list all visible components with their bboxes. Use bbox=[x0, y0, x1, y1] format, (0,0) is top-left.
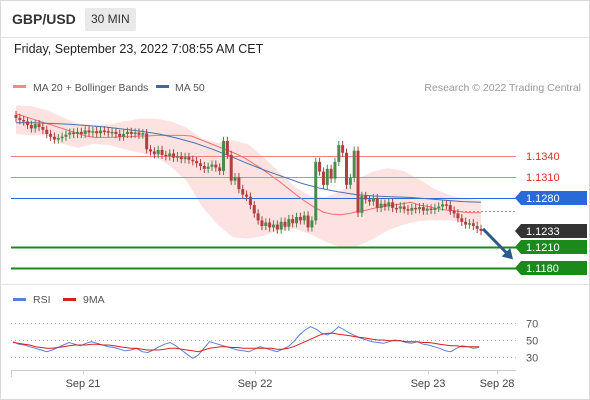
resistance-label-1: 1.1310 bbox=[526, 172, 560, 184]
rsi-legend-swatch bbox=[13, 298, 26, 301]
candle bbox=[337, 140, 341, 167]
candle bbox=[318, 157, 322, 176]
svg-text:1.1233: 1.1233 bbox=[526, 226, 560, 238]
x-axis-ticks: Sep 21 Sep 22 Sep 23 Sep 28 bbox=[66, 370, 515, 390]
rsi-legend-label: RSI bbox=[33, 294, 51, 306]
candle bbox=[356, 146, 360, 217]
x-tick-label: Sep 22 bbox=[238, 378, 273, 390]
price-chart: MA 20 + Bollinger Bands MA 50 Research ©… bbox=[1, 37, 589, 390]
price-price-tag: 1.1233 bbox=[515, 224, 587, 238]
support-price-tag: 1.1180 bbox=[515, 261, 587, 275]
candle bbox=[314, 157, 318, 225]
resistance-label-0: 1.1340 bbox=[526, 151, 560, 163]
forecast-arrow-shaft bbox=[481, 227, 509, 255]
rsi-panel: 70 50 30 bbox=[11, 319, 538, 365]
rsi-line bbox=[12, 326, 480, 359]
candle bbox=[321, 167, 325, 190]
candle bbox=[341, 140, 345, 157]
ma20-legend-label: MA 20 + Bollinger Bands bbox=[33, 82, 148, 94]
forecast-arrow bbox=[481, 227, 513, 260]
rsi-ma-legend-swatch bbox=[63, 298, 76, 301]
svg-text:1.1180: 1.1180 bbox=[526, 263, 559, 275]
level-tags: 1.1340 1.1310 1.1280 1.1233 1.1210 1.1180 bbox=[515, 151, 587, 275]
bollinger-bands bbox=[16, 105, 481, 248]
candle bbox=[352, 146, 356, 183]
candle bbox=[333, 157, 337, 183]
candle bbox=[329, 164, 333, 183]
rsi-ma-legend-label: 9MA bbox=[83, 294, 105, 306]
bollinger-band-area bbox=[16, 105, 481, 248]
ma50-legend-label: MA 50 bbox=[175, 82, 205, 94]
x-tick-label: Sep 28 bbox=[480, 378, 515, 390]
chart-widget: GBP/USD 30 MIN Friday, September 23, 202… bbox=[0, 0, 590, 400]
research-credit: Research © 2022 Trading Central bbox=[424, 82, 581, 94]
rsi-tick-label: 30 bbox=[526, 353, 538, 365]
ma20-legend-swatch bbox=[13, 85, 26, 88]
svg-text:1.1280: 1.1280 bbox=[526, 193, 560, 205]
candle bbox=[344, 148, 348, 190]
svg-text:1.1210: 1.1210 bbox=[526, 242, 560, 254]
rsi-tick-label: 50 bbox=[526, 336, 538, 348]
candle bbox=[229, 150, 233, 185]
candle bbox=[325, 164, 329, 190]
support-price-tag: 1.1210 bbox=[515, 240, 587, 254]
x-tick-label: Sep 23 bbox=[411, 378, 446, 390]
candle bbox=[222, 136, 226, 176]
ma50-legend-swatch bbox=[156, 85, 169, 88]
x-tick-label: Sep 21 bbox=[66, 378, 101, 390]
pivot-price-tag: 1.1280 bbox=[515, 191, 587, 205]
rsi-tick-label: 70 bbox=[526, 319, 538, 331]
